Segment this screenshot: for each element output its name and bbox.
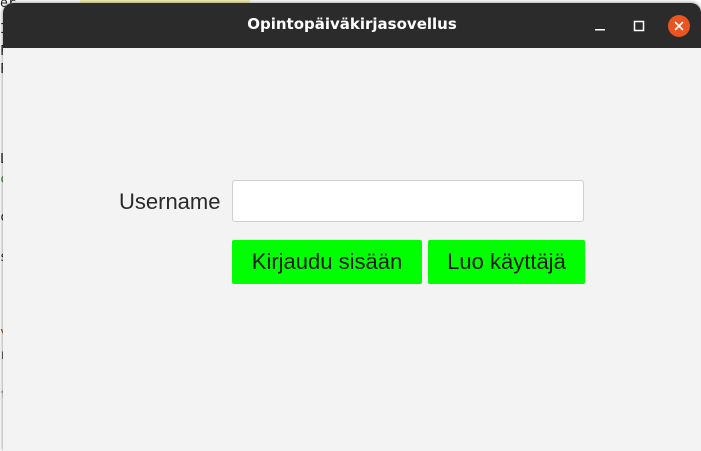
- username-label: Username: [119, 189, 221, 214]
- login-form: Username Kirjaudu sisään Luo käyttäjä: [3, 48, 701, 451]
- title-bar[interactable]: Opintopäiväkirjasovellus: [3, 3, 701, 48]
- minimize-button[interactable]: [589, 15, 611, 37]
- app-window: Opintopäiväkirjasovellus Username Kirjau…: [3, 3, 701, 451]
- close-button[interactable]: [668, 15, 690, 37]
- login-button[interactable]: Kirjaudu sisään: [232, 240, 422, 284]
- minimize-icon: [595, 29, 605, 31]
- close-icon: [674, 21, 684, 31]
- maximize-button[interactable]: [628, 15, 650, 37]
- maximize-icon: [633, 20, 645, 32]
- create-user-button[interactable]: Luo käyttäjä: [428, 240, 585, 284]
- username-input[interactable]: [232, 180, 584, 222]
